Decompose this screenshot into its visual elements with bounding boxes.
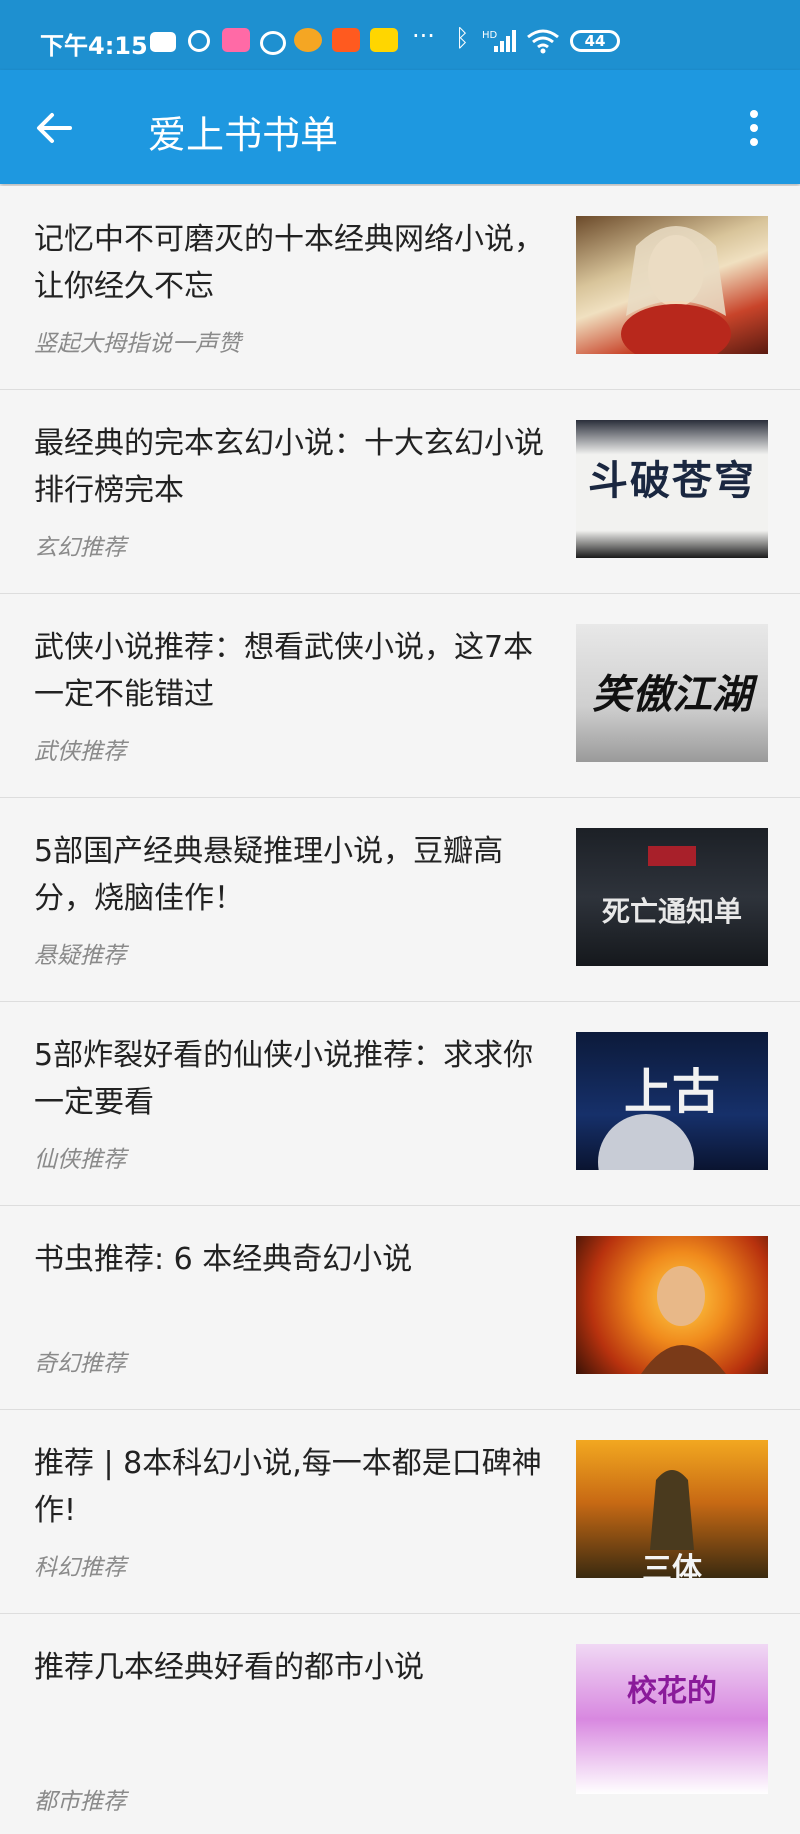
hd-signal-icon: HD <box>482 30 516 52</box>
item-tag: 奇幻推荐 <box>34 1351 126 1377</box>
item-title: 书虫推荐: 6 本经典奇幻小说 <box>34 1242 413 1277</box>
item-title: 5部炸裂好看的仙侠小说推荐：求求你一定要看 <box>34 1038 534 1120</box>
cover-image: 斗破苍穹 <box>576 420 768 558</box>
cover-title: 校花的 <box>627 1674 717 1709</box>
cover-title: 死亡通知单 <box>601 895 742 928</box>
item-tag: 都市推荐 <box>34 1789 126 1815</box>
arrow-left-icon[interactable] <box>30 108 80 148</box>
item-tag: 仙侠推荐 <box>34 1147 126 1173</box>
list-item[interactable]: 最经典的完本玄幻小说：十大玄幻小说排行榜完本 玄幻推荐 斗破苍穹 <box>0 390 800 594</box>
item-title: 推荐 | 8本科幻小说,每一本都是口碑神作! <box>34 1446 542 1528</box>
cover-title: 三体 <box>642 1552 702 1578</box>
item-title: 5部国产经典悬疑推理小说，豆瓣高分，烧脑佳作！ <box>34 834 504 916</box>
item-title: 最经典的完本玄幻小说：十大玄幻小说排行榜完本 <box>34 426 544 508</box>
location-icon <box>188 30 210 52</box>
cover-badge <box>648 846 696 866</box>
taobao-icon <box>332 28 360 52</box>
list-item[interactable]: 5部炸裂好看的仙侠小说推荐：求求你一定要看 仙侠推荐 上古 <box>0 1002 800 1206</box>
xianyu-icon <box>370 28 398 52</box>
item-tag: 武侠推荐 <box>34 739 126 765</box>
list-item[interactable]: 5部国产经典悬疑推理小说，豆瓣高分，烧脑佳作！ 悬疑推荐 死亡通知单 <box>0 798 800 1002</box>
status-time: 下午4:15 <box>40 32 148 60</box>
cover-image: 上古 <box>576 1032 768 1170</box>
list-item[interactable]: 书虫推荐: 6 本经典奇幻小说 奇幻推荐 <box>0 1206 800 1410</box>
list-item[interactable]: 推荐 | 8本科幻小说,每一本都是口碑神作! 科幻推荐 三体 <box>0 1410 800 1614</box>
wifi-icon <box>527 29 559 54</box>
booklist-list: 记忆中不可磨灭的十本经典网络小说，让你经久不忘 竖起大拇指说一声赞 最经典的完本… <box>0 186 800 1834</box>
cover-title: 笑傲江湖 <box>592 671 752 718</box>
list-item[interactable]: 记忆中不可磨灭的十本经典网络小说，让你经久不忘 竖起大拇指说一声赞 <box>0 186 800 390</box>
more-dots-icon: ··· <box>412 22 435 50</box>
cover-image: 三体 <box>576 1440 768 1578</box>
item-title: 武侠小说推荐：想看武侠小说，这7本一定不能错过 <box>34 630 534 712</box>
item-tag: 科幻推荐 <box>34 1555 126 1581</box>
bilibili-icon <box>222 28 250 52</box>
cover-image <box>576 1236 768 1374</box>
cover-image: 校花的 <box>576 1644 768 1794</box>
list-item[interactable]: 推荐几本经典好看的都市小说 都市推荐 校花的 <box>0 1614 800 1834</box>
bluetooth-icon: ᛒ <box>455 24 470 52</box>
item-title: 推荐几本经典好看的都市小说 <box>34 1650 424 1685</box>
cover-image: 死亡通知单 <box>576 828 768 966</box>
list-item[interactable]: 武侠小说推荐：想看武侠小说，这7本一定不能错过 武侠推荐 笑傲江湖 <box>0 594 800 798</box>
item-title: 记忆中不可磨灭的十本经典网络小说，让你经久不忘 <box>34 222 544 304</box>
cover-image: 笑傲江湖 <box>576 624 768 762</box>
weibo-icon <box>260 31 286 55</box>
svg-text:HD: HD <box>482 30 498 41</box>
message-icon <box>150 32 176 52</box>
cover-image <box>576 216 768 354</box>
more-vertical-icon[interactable] <box>740 106 768 150</box>
item-tag: 悬疑推荐 <box>34 943 126 969</box>
page-title: 爱上书书单 <box>148 113 339 157</box>
item-tag: 竖起大拇指说一声赞 <box>34 331 241 357</box>
app-bar: 爱上书书单 <box>0 70 800 184</box>
weibo-icon <box>294 28 322 52</box>
cover-title: 上古 <box>623 1064 720 1120</box>
status-bar: 下午4:15 ··· ᛒ HD 44 <box>0 0 800 70</box>
battery-icon: 44 <box>570 30 620 52</box>
item-tag: 玄幻推荐 <box>34 535 126 561</box>
cover-title: 斗破苍穹 <box>588 457 756 504</box>
